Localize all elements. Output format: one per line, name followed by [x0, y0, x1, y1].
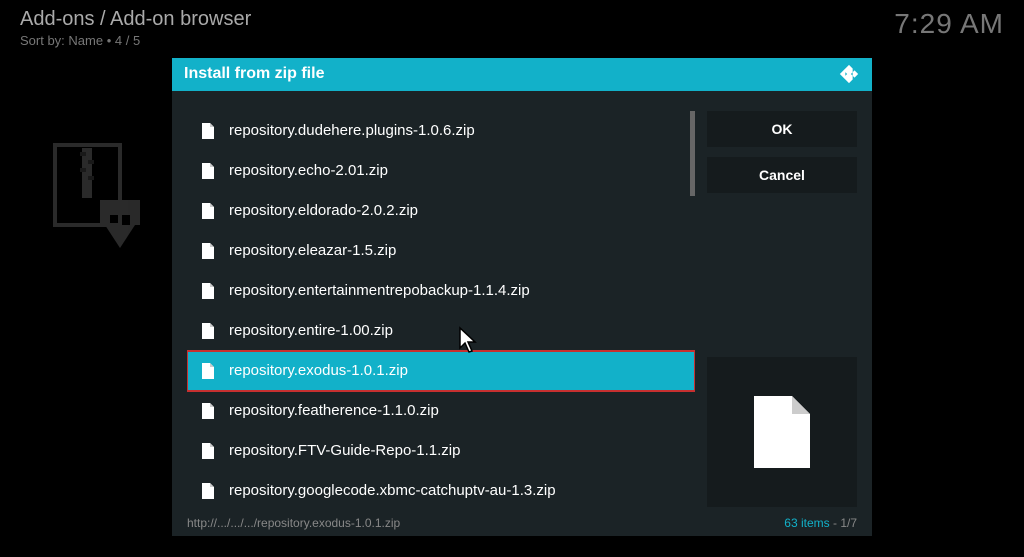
file-icon	[201, 242, 215, 260]
file-item[interactable]: repository.eleazar-1.5.zip	[187, 231, 695, 271]
preview-box	[707, 357, 857, 507]
file-item[interactable]: repository.featherence-1.1.0.zip	[187, 391, 695, 431]
separator: •	[107, 33, 112, 48]
dialog-body: repository.dudehere.plugins-1.0.6.zip rep…	[172, 91, 872, 511]
footer-right: 63 items - 1/7	[784, 516, 857, 530]
file-icon	[201, 322, 215, 340]
file-item[interactable]: repository.dudehere.plugins-1.0.6.zip	[187, 111, 695, 151]
right-panel: OK Cancel	[707, 111, 857, 511]
file-item-label: repository.entire-1.00.zip	[229, 322, 393, 339]
file-item[interactable]: repository.echo-2.01.zip	[187, 151, 695, 191]
file-icon	[201, 162, 215, 180]
file-icon	[201, 482, 215, 500]
file-item-label: repository.entertainmentrepobackup-1.1.4…	[229, 282, 530, 299]
kodi-logo-icon	[838, 63, 860, 85]
file-item-label: repository.eldorado-2.0.2.zip	[229, 202, 418, 219]
sort-label[interactable]: Sort by: Name	[20, 33, 103, 48]
dialog-footer: http://.../.../.../repository.exodus-1.0…	[172, 511, 872, 536]
dialog-title: Install from zip file	[184, 65, 324, 83]
page-position: 4 / 5	[115, 33, 140, 48]
file-item[interactable]: repository.entire-1.00.zip	[187, 311, 695, 351]
file-icon	[201, 282, 215, 300]
footer-page: 1/7	[840, 516, 857, 530]
header-left: Add-ons / Add-on browser Sort by: Name •…	[20, 8, 251, 48]
header-subline: Sort by: Name • 4 / 5	[20, 33, 251, 48]
file-icon	[201, 402, 215, 420]
file-preview-icon	[752, 394, 812, 470]
file-item-label: repository.echo-2.01.zip	[229, 162, 388, 179]
breadcrumb: Add-ons / Add-on browser	[20, 8, 251, 31]
file-item-label: repository.FTV-Guide-Repo-1.1.zip	[229, 442, 460, 459]
dialog-titlebar: Install from zip file	[172, 58, 872, 91]
file-item[interactable]: repository.entertainmentrepobackup-1.1.4…	[187, 271, 695, 311]
cancel-button[interactable]: Cancel	[707, 157, 857, 193]
file-list[interactable]: repository.dudehere.plugins-1.0.6.zip rep…	[187, 111, 695, 511]
ok-button[interactable]: OK	[707, 111, 857, 147]
file-item[interactable]: repository.exodus-1.0.1.zip	[187, 351, 695, 391]
file-item[interactable]: repository.googlecode.xbmc-catchuptv-au-…	[187, 471, 695, 511]
file-item[interactable]: repository.eldorado-2.0.2.zip	[187, 191, 695, 231]
footer-count: 63 items	[784, 516, 829, 530]
file-icon	[201, 442, 215, 460]
zip-download-icon	[50, 140, 140, 250]
file-icon	[201, 362, 215, 380]
file-item-label: repository.featherence-1.1.0.zip	[229, 402, 439, 419]
file-item-label: repository.exodus-1.0.1.zip	[229, 362, 408, 379]
file-item-label: repository.googlecode.xbmc-catchuptv-au-…	[229, 482, 556, 499]
install-zip-dialog: Install from zip file repository.dudeher…	[172, 58, 872, 536]
scrollbar[interactable]	[690, 111, 695, 196]
file-icon	[201, 122, 215, 140]
page-header: Add-ons / Add-on browser Sort by: Name •…	[20, 8, 1004, 48]
clock: 7:29 AM	[894, 8, 1004, 40]
file-item[interactable]: repository.FTV-Guide-Repo-1.1.zip	[187, 431, 695, 471]
footer-path: http://.../.../.../repository.exodus-1.0…	[187, 516, 400, 530]
file-icon	[201, 202, 215, 220]
file-item-label: repository.eleazar-1.5.zip	[229, 242, 396, 259]
file-item-label: repository.dudehere.plugins-1.0.6.zip	[229, 122, 475, 139]
